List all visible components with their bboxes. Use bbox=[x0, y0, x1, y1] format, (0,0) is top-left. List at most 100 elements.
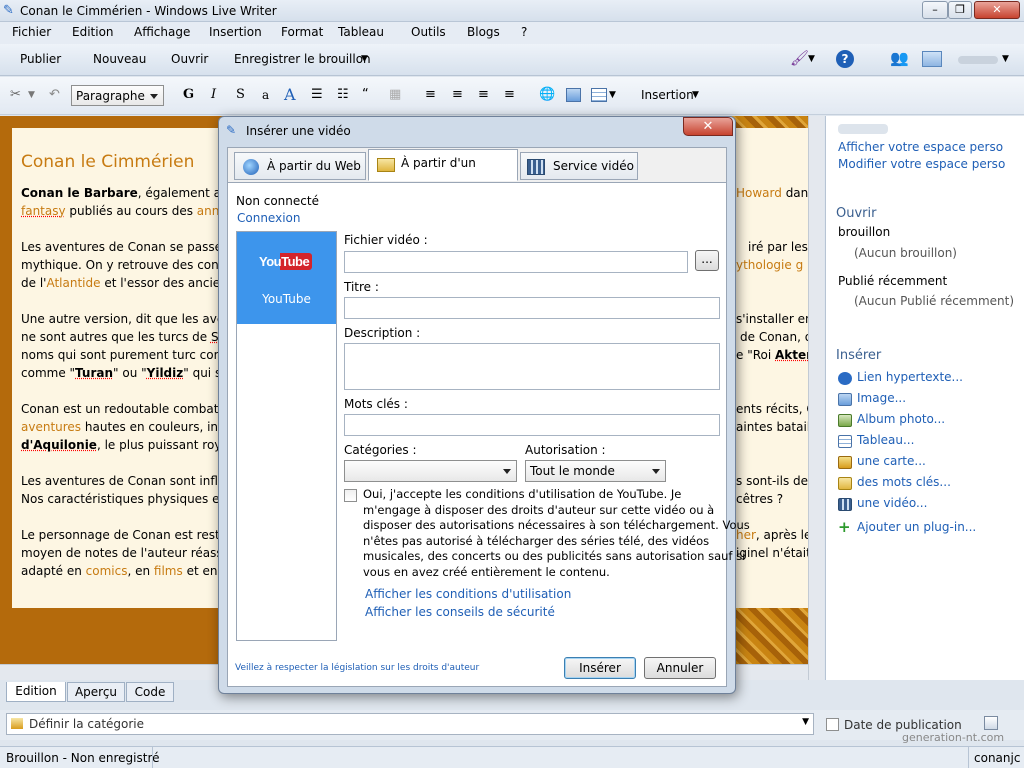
tab-from-web[interactable]: À partir du Web bbox=[234, 152, 366, 180]
insert-hyperlink-link[interactable]: Lien hypertexte... bbox=[857, 370, 963, 384]
terms-link[interactable]: Afficher les conditions d'utilisation bbox=[365, 587, 571, 601]
spellcheck-word: Akter bbox=[775, 348, 808, 362]
paragraph-4-line-2-right: aintes batail bbox=[736, 420, 808, 434]
insertion-menu-button[interactable]: Insertion bbox=[641, 88, 694, 102]
accept-terms-checkbox[interactable] bbox=[344, 489, 357, 502]
menu-outils[interactable]: Outils bbox=[411, 25, 446, 39]
add-plugin-link[interactable]: Ajouter un plug-in... bbox=[857, 520, 976, 534]
menu-affichage[interactable]: Affichage bbox=[134, 25, 190, 39]
menu-fichier[interactable]: Fichier bbox=[12, 25, 51, 39]
table-dropdown-icon[interactable]: ▼ bbox=[609, 90, 616, 100]
bullet-list-icon[interactable]: ☷ bbox=[337, 87, 349, 102]
html-code-icon[interactable]: ▦ bbox=[389, 87, 401, 102]
menu-help[interactable]: ? bbox=[521, 25, 527, 39]
bold-button[interactable]: G bbox=[183, 87, 194, 102]
help-icon[interactable]: ? bbox=[836, 50, 854, 68]
tab-from-file[interactable]: À partir d'un fichier bbox=[368, 149, 518, 196]
align-center-icon[interactable]: ≡ bbox=[452, 87, 463, 102]
paragraph-4-line-1-right: ents récits, C bbox=[736, 402, 808, 416]
connect-link[interactable]: Connexion bbox=[237, 211, 301, 225]
small-caps-button[interactable]: a bbox=[262, 88, 269, 102]
dialog-close-button[interactable]: ✕ bbox=[683, 117, 733, 136]
insert-album-link[interactable]: Album photo... bbox=[857, 412, 945, 426]
menu-insertion[interactable]: Insertion bbox=[209, 25, 262, 39]
copyright-notice-link[interactable]: Veillez à respecter la législation sur l… bbox=[235, 663, 479, 673]
menu-format[interactable]: Format bbox=[281, 25, 323, 39]
window-close-button[interactable]: ✕ bbox=[974, 1, 1020, 19]
calendar-icon[interactable] bbox=[984, 716, 998, 730]
save-draft-dropdown-icon[interactable]: ▼ bbox=[361, 54, 368, 64]
maximize-button[interactable]: ❐ bbox=[948, 1, 972, 19]
category-select[interactable]: Définir la catégorie ▼ bbox=[6, 713, 814, 735]
fantasy-link[interactable]: fantasy bbox=[21, 204, 66, 218]
minimize-button[interactable]: – bbox=[922, 1, 948, 19]
strike-button[interactable]: S bbox=[236, 87, 245, 102]
undo-icon[interactable]: ↶ bbox=[49, 87, 60, 102]
menu-tableau[interactable]: Tableau bbox=[338, 25, 384, 39]
text-span: dan bbox=[781, 186, 808, 200]
description-textarea[interactable] bbox=[344, 343, 720, 390]
aventures-link[interactable]: aventures bbox=[21, 420, 81, 434]
font-color-icon[interactable]: A bbox=[284, 85, 296, 104]
provider-youtube[interactable]: YouTube YouTube bbox=[237, 232, 336, 324]
insert-button[interactable]: Insérer bbox=[564, 657, 636, 679]
justify-icon[interactable]: ≡ bbox=[504, 87, 515, 102]
edit-space-link[interactable]: Modifier votre espace perso bbox=[838, 157, 1005, 171]
films-link[interactable]: films bbox=[154, 564, 183, 578]
howard-link[interactable]: Howard bbox=[736, 186, 782, 200]
numbered-list-icon[interactable]: ☰ bbox=[311, 87, 323, 102]
menu-edition[interactable]: Edition bbox=[72, 25, 114, 39]
video-file-input[interactable] bbox=[344, 251, 688, 273]
publish-date-checkbox[interactable] bbox=[826, 718, 839, 731]
theme-brush-icon[interactable]: 🖌 bbox=[790, 49, 809, 67]
tab-edition[interactable]: Edition bbox=[6, 682, 66, 702]
tab-video-service[interactable]: Service vidéo bbox=[520, 152, 638, 180]
menu-blogs[interactable]: Blogs bbox=[467, 25, 500, 39]
save-draft-button[interactable]: Enregistrer le brouillon bbox=[234, 52, 371, 66]
main-toolbar: Publier Nouveau Ouvrir Enregistrer le br… bbox=[0, 44, 1024, 76]
recent-label: Publié récemment bbox=[838, 274, 948, 288]
title-input[interactable] bbox=[344, 297, 720, 319]
open-button[interactable]: Ouvrir bbox=[171, 52, 208, 66]
text-span: adapté en bbox=[21, 564, 86, 578]
align-left-icon[interactable]: ≡ bbox=[425, 87, 436, 102]
new-button[interactable]: Nouveau bbox=[93, 52, 146, 66]
permission-select[interactable]: Tout le monde bbox=[525, 460, 666, 482]
insert-tags-link[interactable]: des mots clés... bbox=[857, 475, 951, 489]
insert-image-link[interactable]: Image... bbox=[857, 391, 906, 405]
comics-link[interactable]: comics bbox=[86, 564, 128, 578]
cut-icon[interactable]: ✂ bbox=[10, 87, 21, 102]
insert-map-link[interactable]: une carte... bbox=[857, 454, 926, 468]
tab-apercu[interactable]: Aperçu bbox=[67, 682, 125, 702]
view-space-link[interactable]: Afficher votre espace perso bbox=[838, 140, 1003, 154]
hyperlink-globe-icon[interactable]: 🌐 bbox=[539, 87, 555, 102]
insert-video-link[interactable]: une vidéo... bbox=[857, 496, 927, 510]
tab-code[interactable]: Code bbox=[126, 682, 174, 702]
cut-dropdown-icon[interactable]: ▼ bbox=[28, 90, 35, 100]
atlantide-link[interactable]: Atlantide bbox=[46, 276, 100, 290]
post-title[interactable]: Conan le Cimmérien bbox=[21, 153, 194, 171]
quote-icon[interactable]: “ bbox=[362, 87, 369, 102]
italic-button[interactable]: I bbox=[211, 87, 216, 102]
editor-vertical-scrollbar[interactable] bbox=[808, 116, 824, 680]
paragraph-select[interactable]: Paragraphe bbox=[71, 85, 164, 106]
categories-select[interactable] bbox=[344, 460, 517, 482]
insertion-dropdown-icon[interactable]: ▼ bbox=[692, 90, 699, 100]
safety-link[interactable]: Afficher les conseils de sécurité bbox=[365, 605, 555, 619]
align-right-icon[interactable]: ≡ bbox=[478, 87, 489, 102]
insert-table-icon[interactable] bbox=[591, 88, 607, 102]
insert-table-link[interactable]: Tableau... bbox=[857, 433, 914, 447]
messenger-icon[interactable] bbox=[922, 51, 942, 67]
text-span: , après le bbox=[755, 528, 808, 542]
keywords-input[interactable] bbox=[344, 414, 720, 436]
account-dropdown-icon[interactable]: ▼ bbox=[1002, 54, 1009, 64]
insert-image-icon[interactable] bbox=[566, 88, 581, 102]
mythologie-link[interactable]: ythologie g bbox=[736, 256, 803, 274]
browse-button[interactable]: ... bbox=[695, 250, 719, 271]
cancel-button[interactable]: Annuler bbox=[644, 657, 716, 679]
contacts-icon[interactable]: 👥 bbox=[890, 49, 909, 67]
provider-list[interactable]: YouTube YouTube bbox=[236, 231, 337, 641]
theme-dropdown-icon[interactable]: ▼ bbox=[808, 54, 815, 64]
publish-button[interactable]: Publier bbox=[20, 52, 61, 66]
paragraph-3-line-2: ne sont autres que les turcs de Sy bbox=[21, 328, 226, 346]
